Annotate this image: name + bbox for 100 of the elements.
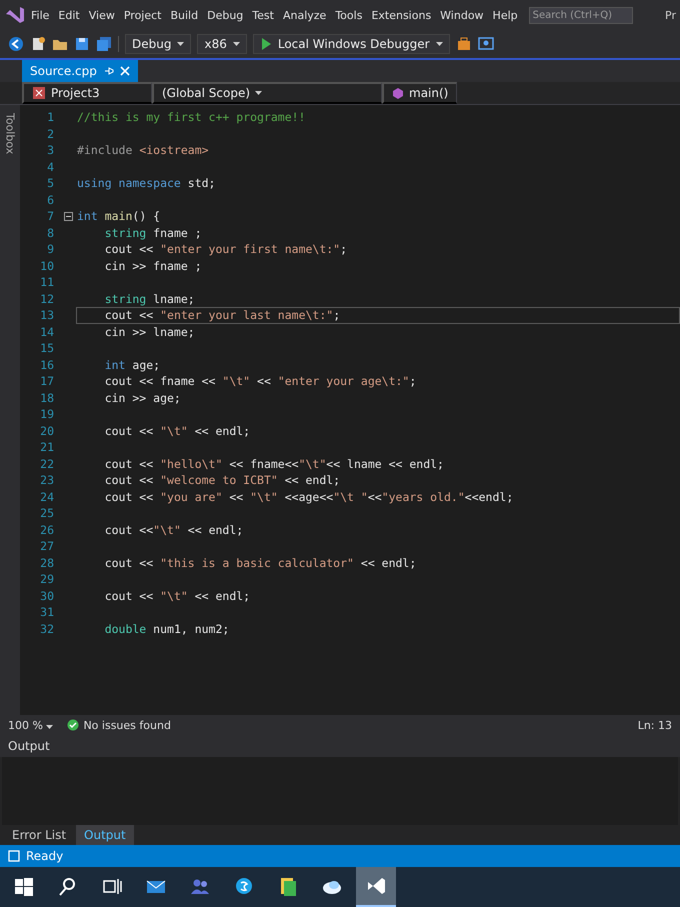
line-number: 9 (46, 242, 55, 256)
line-number: 18 (39, 390, 55, 405)
line-number: 24 (39, 490, 55, 504)
zoom-dropdown[interactable]: 100 % (8, 718, 54, 732)
menu-item[interactable]: Debug (203, 6, 248, 24)
project-dropdown[interactable]: Project3 (22, 82, 152, 104)
menu-item[interactable]: Build (166, 6, 202, 24)
toolbox-icon[interactable] (456, 36, 472, 52)
line-position: Ln: 13 (638, 718, 672, 732)
start-icon (12, 875, 36, 899)
code-line: string lname; (104, 290, 196, 307)
member-dropdown[interactable]: main() (382, 82, 458, 104)
line-number: 27 (39, 539, 55, 554)
code-line: cout <<"\t" << endl; (104, 522, 244, 538)
line-number: 19 (39, 407, 55, 422)
code-line: cin >> lname; (104, 324, 196, 340)
code-line: cout << "this is a basic calculator" << endl; (104, 554, 418, 571)
code-line: #include <iostream> (76, 142, 210, 158)
caret-icon[interactable] (177, 42, 184, 46)
line-number: 1 (46, 110, 55, 124)
line-number: 31 (39, 605, 55, 620)
code-line: cout << "\t" << endl; (104, 588, 252, 604)
code-line: cin >> fname ; (104, 258, 203, 274)
menu-item[interactable]: Test (248, 6, 278, 24)
line-number: 4 (46, 160, 55, 174)
code-line: string fname ; (104, 224, 203, 241)
caret-icon[interactable] (232, 42, 240, 46)
code-line: cout << "you are" << "\t" <<age<<"\t "<<"years old."<<endl; (104, 488, 514, 505)
line-number: 12 (39, 292, 55, 306)
line-number: 28 (39, 556, 55, 570)
status-text: Ready (26, 849, 64, 863)
menu-item[interactable]: Window (436, 6, 488, 24)
save-all-icon[interactable] (96, 36, 112, 52)
line-number: 21 (39, 440, 55, 454)
line-number: 17 (39, 374, 55, 388)
menu-item[interactable]: Project (120, 6, 166, 24)
new-file-icon[interactable] (30, 36, 46, 52)
platform-dropdown[interactable]: x86 (197, 34, 247, 54)
caret-icon[interactable] (46, 724, 54, 728)
line-number: 29 (39, 572, 55, 586)
line-number: 25 (39, 506, 55, 520)
line-number: 23 (39, 473, 55, 488)
status-icon (8, 850, 20, 862)
menu-item[interactable]: File (27, 6, 54, 24)
line-number: 5 (46, 176, 55, 190)
collapse-icon[interactable] (64, 212, 72, 221)
check-circle-icon (67, 719, 80, 731)
toolbox-side-tab[interactable]: Toolbox (0, 105, 20, 715)
file-tab[interactable]: Source.cpp (22, 60, 138, 82)
panel-tab[interactable]: Output (76, 825, 134, 845)
output-panel-title: Output (0, 735, 680, 757)
line-number: 14 (39, 324, 55, 339)
line-number: 2 (46, 126, 55, 141)
issues-status: No issues found (83, 718, 171, 732)
line-number: 26 (39, 522, 55, 537)
code-line: double num1, num2; (104, 620, 230, 637)
project-icon (32, 86, 46, 100)
line-number: 10 (39, 258, 55, 273)
code-line: cout << "welcome to ICBT" << endl; (104, 472, 342, 488)
save-icon[interactable] (74, 36, 90, 52)
menu-item[interactable]: Help (488, 6, 522, 24)
close-icon[interactable] (120, 66, 130, 76)
window-title: Pr (665, 8, 676, 22)
run-debugger-button[interactable]: Local Windows Debugger (252, 34, 450, 54)
line-number: 32 (39, 622, 55, 636)
menu-item[interactable]: View (84, 6, 119, 24)
pin-icon[interactable] (102, 66, 114, 76)
search-field[interactable]: Search (Ctrl+Q) (528, 6, 633, 24)
menu-item[interactable]: Extensions (367, 6, 436, 24)
line-number: 30 (39, 588, 55, 603)
method-icon (392, 86, 404, 100)
code-line: int main() { (76, 208, 162, 224)
configuration-dropdown[interactable]: Debug (125, 34, 192, 54)
line-number: 13 (39, 308, 55, 322)
scope-dropdown[interactable]: (Global Scope) (152, 82, 382, 104)
panel-tab[interactable]: Error List (4, 825, 74, 845)
play-icon (260, 37, 272, 51)
code-line: cout << "hello\t" << fname<<"\t"<< lname << endl; (104, 456, 445, 472)
caret-icon[interactable] (255, 91, 262, 95)
line-number: 8 (46, 226, 55, 240)
line-number: 15 (39, 341, 55, 356)
code-line: cin >> age; (104, 390, 182, 406)
code-line: cout << fname << "\t" << "enter your age\t:"; (104, 373, 418, 390)
code-line: cout << "\t" << endl; (104, 422, 252, 439)
menu-item[interactable]: Analyze (278, 6, 330, 24)
caret-icon[interactable] (436, 42, 443, 46)
code-line: using namespace std; (76, 175, 216, 192)
menu-item[interactable]: Edit (54, 6, 84, 24)
line-number: 16 (39, 358, 55, 372)
screen-icon[interactable] (478, 36, 494, 52)
logo-icon (4, 5, 26, 25)
code-line: cout << "enter your first name\t:"; (104, 241, 348, 258)
line-number: 3 (46, 143, 55, 158)
line-number: 6 (46, 192, 55, 207)
menu-item[interactable]: Tools (331, 6, 366, 24)
line-number: 7 (46, 209, 55, 224)
code-line: //this is my first c++ programe!! (76, 109, 306, 126)
line-number: 22 (39, 456, 55, 471)
code-line: int age; (104, 356, 162, 373)
line-number: 11 (39, 275, 55, 290)
